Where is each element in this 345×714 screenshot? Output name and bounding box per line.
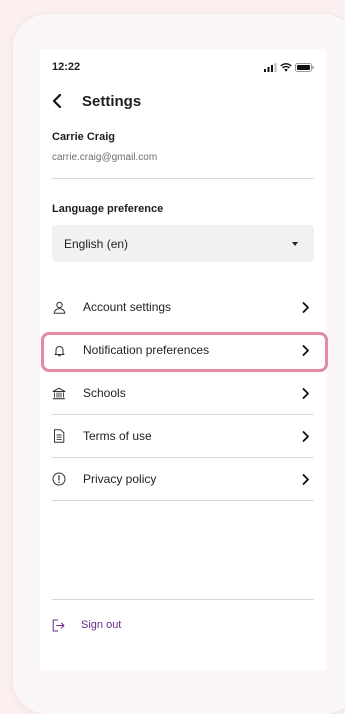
sign-out-label: Sign out [81,619,122,631]
menu-item-label: Account settings [83,300,172,314]
sign-out-icon [52,618,66,632]
page-title: Settings [82,92,142,110]
menu-item-label: Notification preferences [83,343,210,357]
divider [52,178,314,179]
language-select[interactable]: English (en) [52,225,314,262]
info-circle-icon [52,472,66,486]
chevron-right-icon [302,387,312,399]
chevron-right-icon [302,430,312,442]
user-email: carrie.craig@gmail.com [52,152,158,163]
menu-item-label: Terms of use [83,429,152,443]
user-name: Carrie Craig [52,131,115,143]
menu-item-schools[interactable]: Schools [52,372,314,414]
divider [52,500,314,501]
status-bar: 12:22 [52,59,314,75]
user-icon [52,300,66,314]
bell-icon [52,343,66,357]
menu-item-account-settings[interactable]: Account settings [52,286,314,328]
menu-item-label: Privacy policy [83,472,157,486]
page-header: Settings [52,89,141,113]
menu-item-label: Schools [83,386,126,400]
caret-down-icon [292,241,298,246]
wifi-icon [280,62,292,72]
language-label: Language preference [52,203,164,215]
chevron-right-icon [302,473,312,485]
sign-out-button[interactable]: Sign out [52,618,121,632]
chevron-right-icon [302,344,312,356]
status-time: 12:22 [52,61,81,73]
cellular-signal-icon [264,62,277,72]
back-arrow-icon[interactable] [52,92,70,110]
status-icons [264,62,314,72]
menu-item-terms-of-use[interactable]: Terms of use [52,415,314,457]
battery-icon [295,62,314,72]
menu-item-notification-preferences[interactable]: Notification preferences [52,329,314,371]
menu-item-privacy-policy[interactable]: Privacy policy [52,458,314,500]
school-building-icon [52,386,66,400]
document-icon [52,429,66,443]
chevron-right-icon [302,301,312,313]
settings-screen: 12:22 Settings Carrie Craig carrie.craig… [40,49,328,670]
language-selected-value: English (en) [64,236,129,251]
divider [52,599,314,600]
